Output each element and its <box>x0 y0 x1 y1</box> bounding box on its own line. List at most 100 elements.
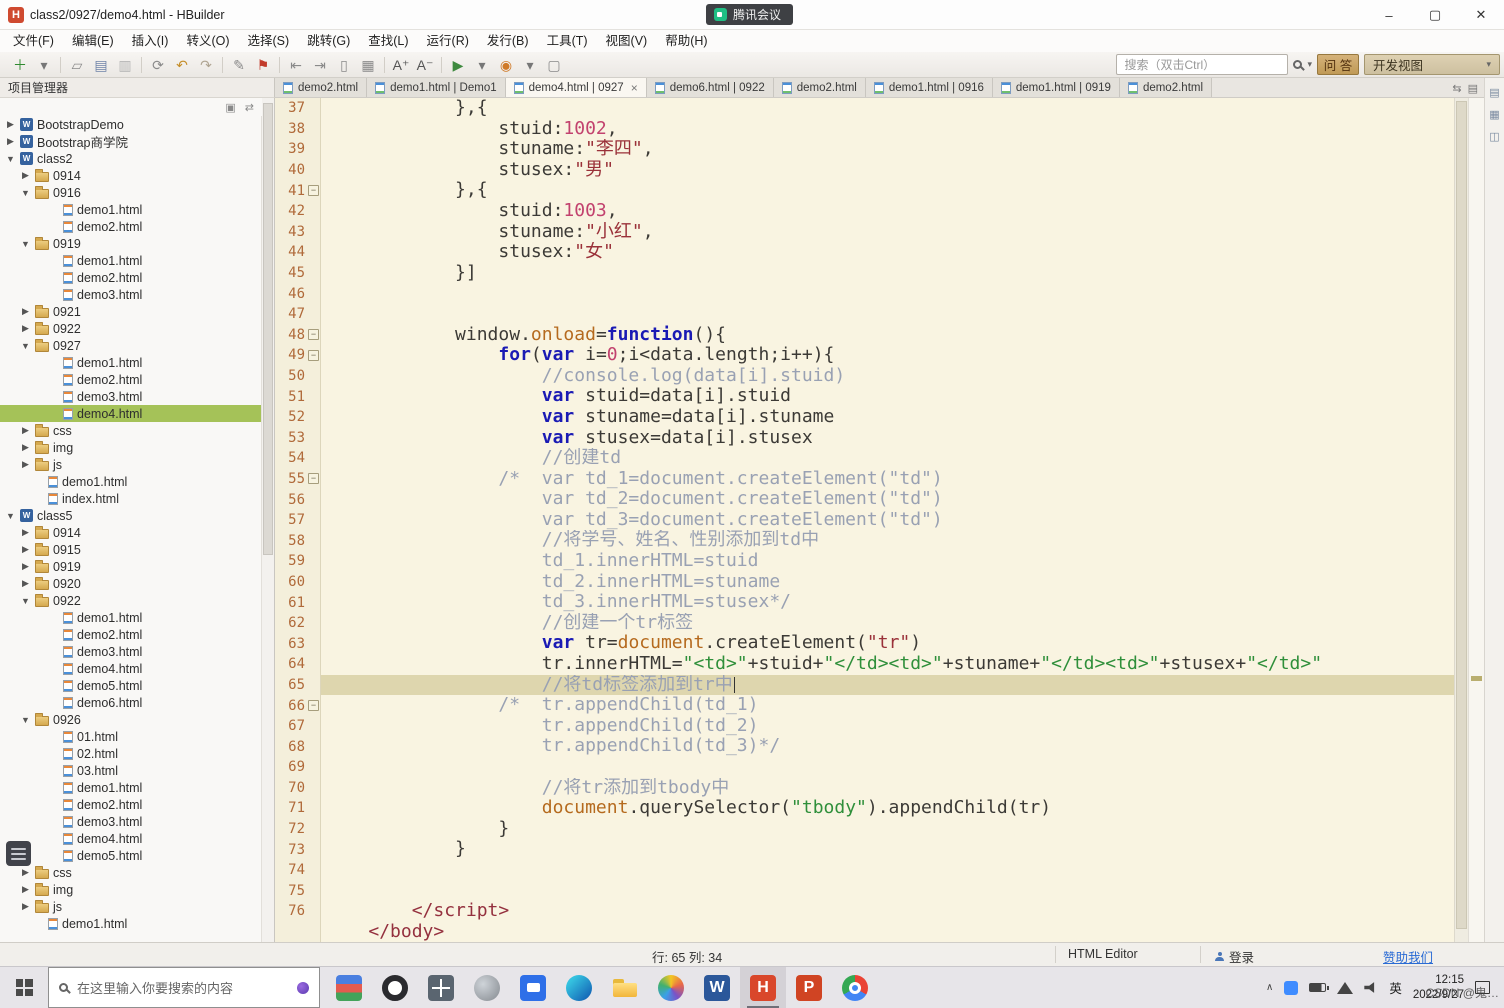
code-line-53[interactable]: 53 var stusex=data[i].stusex <box>275 427 1454 449</box>
tree-item-demo4.html[interactable]: demo4.html <box>0 660 261 677</box>
color-app-icon[interactable] <box>648 967 694 1008</box>
collapse-arrow-icon[interactable]: ▼ <box>20 239 31 249</box>
tree-item-js[interactable]: ▶ js <box>0 456 261 473</box>
tree-item-demo1.html[interactable]: demo1.html <box>0 915 261 932</box>
dev-view-button[interactable]: 开发视图 ▾ <box>1364 54 1500 75</box>
code-line-69[interactable]: 69 <box>275 757 1454 778</box>
tree-item-img[interactable]: ▶ img <box>0 439 261 456</box>
run-dropdown-icon[interactable]: ▾ <box>470 53 494 77</box>
snippet-panel-icon[interactable]: ◫ <box>1489 130 1499 143</box>
code-line-58[interactable]: 58 //将学号、姓名、性别添加到td中 <box>275 530 1454 552</box>
save-all-icon[interactable]: ▥ <box>113 53 137 77</box>
tree-item-BootstrapDemo[interactable]: ▶ W BootstrapDemo <box>0 116 261 133</box>
menu-item-运行(R)[interactable]: 运行(R) <box>418 30 478 52</box>
font-increase-icon[interactable]: A⁺ <box>389 53 413 77</box>
tab-2[interactable]: demo1.html | Demo1 <box>367 78 506 97</box>
tree-item-demo1.html[interactable]: demo1.html <box>0 354 261 371</box>
fold-marker-icon[interactable]: − <box>308 473 319 485</box>
sponsor-link[interactable]: 赞助我们 <box>1383 947 1433 966</box>
tab-1[interactable]: demo2.html <box>275 78 368 97</box>
tree-item-0922[interactable]: ▼ 0922 <box>0 592 261 609</box>
tab-list-icon[interactable]: ▤ <box>1468 82 1478 95</box>
tree-item-demo5.html[interactable]: demo5.html <box>0 677 261 694</box>
browser-run-icon[interactable]: ◉ <box>494 53 518 77</box>
tree-item-img[interactable]: ▶ img <box>0 881 261 898</box>
file-explorer-icon[interactable] <box>602 967 648 1008</box>
collapse-arrow-icon[interactable]: ▼ <box>20 188 31 198</box>
tree-item-0914[interactable]: ▶ 0914 <box>0 524 261 541</box>
tree-item-0915[interactable]: ▶ 0915 <box>0 541 261 558</box>
collapse-all-icon[interactable]: ▣ <box>225 101 235 114</box>
chrome-icon[interactable] <box>832 967 878 1008</box>
search-highlights-icon[interactable] <box>297 981 309 994</box>
collapse-arrow-icon[interactable]: ▼ <box>20 715 31 725</box>
code-line-44[interactable]: 44 stusex:"女" <box>275 242 1454 263</box>
code-line-49[interactable]: 49− for(var i=0;i<data.length;i++){ <box>275 345 1454 366</box>
refresh-icon[interactable]: ⟳ <box>146 53 170 77</box>
start-button[interactable] <box>0 967 48 1008</box>
code-line-64[interactable]: 64 tr.innerHTML="<td>"+stuid+"</td><td>"… <box>275 654 1454 675</box>
tree-item-0921[interactable]: ▶ 0921 <box>0 303 261 320</box>
collapse-arrow-icon[interactable]: ▼ <box>5 511 16 521</box>
tree-scrollbar-thumb[interactable] <box>263 103 273 555</box>
tree-scrollbar[interactable] <box>262 98 275 942</box>
expand-arrow-icon[interactable]: ▶ <box>20 884 31 895</box>
code-line-55[interactable]: 55− /* var td_1=document.createElement("… <box>275 468 1454 490</box>
grid-view-icon[interactable]: ▦ <box>356 53 380 77</box>
library-app-icon[interactable] <box>326 967 372 1008</box>
code-line-40[interactable]: 40 stusex:"男" <box>275 159 1454 181</box>
code-line-tail[interactable]: </body> <box>275 921 1454 942</box>
tree-item-demo1.html[interactable]: demo1.html <box>0 473 261 490</box>
menu-item-转义(O)[interactable]: 转义(O) <box>177 30 238 52</box>
expand-arrow-icon[interactable]: ▶ <box>20 561 31 572</box>
menu-item-编辑(E)[interactable]: 编辑(E) <box>63 30 123 52</box>
code-line-47[interactable]: 47 <box>275 303 1454 325</box>
tree-item-0920[interactable]: ▶ 0920 <box>0 575 261 592</box>
tree-item-0916[interactable]: ▼ 0916 <box>0 184 261 201</box>
expand-arrow-icon[interactable]: ▶ <box>20 323 31 334</box>
tree-item-0926[interactable]: ▼ 0926 <box>0 711 261 728</box>
code-line-59[interactable]: 59 td_1.innerHTML=stuid <box>275 551 1454 572</box>
code-line-37[interactable]: 37 },{ <box>275 98 1454 119</box>
new-file-dropdown-icon[interactable]: ▾ <box>32 53 56 77</box>
expand-arrow-icon[interactable]: ▶ <box>5 136 16 147</box>
tab-5[interactable]: demo2.html <box>773 78 866 97</box>
code-line-56[interactable]: 56 var td_2=document.createElement("td") <box>275 489 1454 510</box>
tree-item-demo4.html[interactable]: demo4.html <box>0 830 261 847</box>
tree-item-demo2.html[interactable]: demo2.html <box>0 626 261 643</box>
tree-item-demo5.html[interactable]: demo5.html <box>0 847 261 864</box>
battery-icon[interactable] <box>1309 983 1330 992</box>
tree-item-demo3.html[interactable]: demo3.html <box>0 286 261 303</box>
fold-marker-icon[interactable]: − <box>308 329 319 341</box>
tab-6[interactable]: demo1.html | 0916 <box>865 78 993 97</box>
tree-item-class2[interactable]: ▼ Wclass2 <box>0 150 261 167</box>
edit-column-icon[interactable]: ▯ <box>332 53 356 77</box>
qa-button[interactable]: 问 答 <box>1317 54 1359 75</box>
code-line-52[interactable]: 52 var stuname=data[i].stuname <box>275 406 1454 428</box>
tree-item-0914[interactable]: ▶ 0914 <box>0 167 261 184</box>
search-dropdown-icon[interactable]: ▾ <box>1307 59 1312 70</box>
expand-arrow-icon[interactable]: ▶ <box>20 578 31 589</box>
link-editor-icon[interactable]: ⇄ <box>245 101 254 114</box>
tree-item-demo2.html[interactable]: demo2.html <box>0 218 261 235</box>
outline-panel-icon[interactable]: ▤ <box>1489 86 1499 99</box>
tree-item-demo3.html[interactable]: demo3.html <box>0 643 261 660</box>
code-line-72[interactable]: 72 } <box>275 818 1454 840</box>
word-icon[interactable]: W <box>694 967 740 1008</box>
tree-item-02.html[interactable]: 02.html <box>0 745 261 762</box>
taskbar-search[interactable]: 在这里输入你要搜索的内容 <box>48 967 320 1008</box>
gray-app-icon[interactable] <box>464 967 510 1008</box>
run-icon[interactable]: ▶ <box>446 53 470 77</box>
hbuilder-icon[interactable]: H <box>740 967 786 1008</box>
expand-arrow-icon[interactable]: ▶ <box>20 306 31 317</box>
menu-item-插入(I)[interactable]: 插入(I) <box>123 30 178 52</box>
code-line-50[interactable]: 50 //console.log(data[i].stuid) <box>275 365 1454 387</box>
code-line-66[interactable]: 66− /* tr.appendChild(td_1) <box>275 695 1454 716</box>
structure-panel-icon[interactable]: ▦ <box>1489 108 1499 121</box>
code-line-43[interactable]: 43 stuname:"小红", <box>275 221 1454 243</box>
code-line-75[interactable]: 75 <box>275 880 1454 902</box>
tree-item-demo2.html[interactable]: demo2.html <box>0 269 261 286</box>
code-line-38[interactable]: 38 stuid:1002, <box>275 118 1454 140</box>
tab-7[interactable]: demo1.html | 0919 <box>992 78 1120 97</box>
tree-item-class5[interactable]: ▼ Wclass5 <box>0 507 261 524</box>
